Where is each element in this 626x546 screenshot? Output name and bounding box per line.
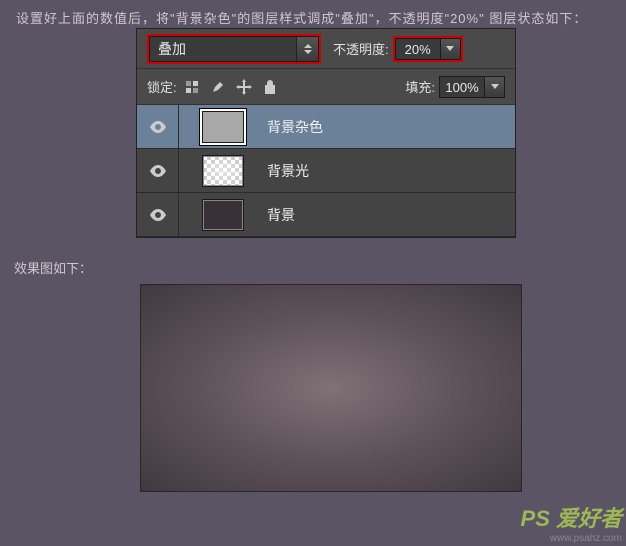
updown-icon	[304, 44, 312, 54]
watermark: PS 爱好者 www.psahz.com	[521, 501, 622, 544]
opacity-dropdown[interactable]	[441, 38, 461, 60]
result-label: 效果图如下：	[14, 258, 92, 277]
layer-thumbnail[interactable]	[202, 199, 244, 231]
layer-row[interactable]: 背景杂色	[137, 105, 515, 149]
blend-dropdown-arrow[interactable]	[296, 37, 318, 61]
fill-label: 填充:	[405, 77, 435, 96]
blend-mode-value: 叠加	[150, 39, 296, 59]
opacity-highlight: 20%	[393, 36, 463, 62]
fill-input[interactable]: 100%	[439, 76, 485, 98]
layer-thumbnail-cell	[179, 193, 267, 236]
layer-thumbnail[interactable]	[202, 111, 244, 143]
blend-mode-highlight: 叠加	[147, 34, 321, 64]
eye-icon	[149, 165, 167, 177]
lock-move-icon[interactable]	[235, 78, 253, 96]
result-preview	[140, 284, 522, 492]
eye-icon	[149, 209, 167, 221]
lock-icons	[183, 78, 279, 96]
blend-mode-select[interactable]: 叠加	[149, 36, 319, 62]
watermark-url: www.psahz.com	[521, 533, 622, 544]
layer-name: 背景杂色	[267, 117, 323, 137]
lock-all-icon[interactable]	[261, 78, 279, 96]
visibility-toggle[interactable]	[137, 105, 179, 148]
layer-row[interactable]: 背景	[137, 193, 515, 237]
visibility-toggle[interactable]	[137, 193, 179, 236]
fill-section: 填充: 100%	[405, 76, 505, 98]
layer-thumbnail-cell	[179, 149, 267, 192]
eye-icon	[149, 121, 167, 133]
lock-label: 锁定:	[147, 77, 177, 96]
blend-opacity-row: 叠加 不透明度: 20%	[137, 29, 515, 69]
lock-transparency-icon[interactable]	[183, 78, 201, 96]
watermark-main: PS 爱好者	[521, 506, 622, 531]
visibility-toggle[interactable]	[137, 149, 179, 192]
layer-name: 背景光	[267, 161, 309, 181]
layer-row[interactable]: 背景光	[137, 149, 515, 193]
lock-fill-row: 锁定: 填充: 100%	[137, 69, 515, 105]
opacity-label: 不透明度:	[333, 39, 389, 58]
layer-name: 背景	[267, 205, 295, 225]
chevron-down-icon	[446, 46, 454, 51]
lock-brush-icon[interactable]	[209, 78, 227, 96]
layer-thumbnail-cell	[179, 105, 267, 148]
layer-thumbnail[interactable]	[202, 155, 244, 187]
opacity-input[interactable]: 20%	[395, 38, 441, 60]
chevron-down-icon	[491, 84, 499, 89]
opacity-control: 20%	[395, 38, 461, 60]
layers-panel: 叠加 不透明度: 20% 锁定:	[136, 28, 516, 238]
fill-dropdown[interactable]	[485, 76, 505, 98]
